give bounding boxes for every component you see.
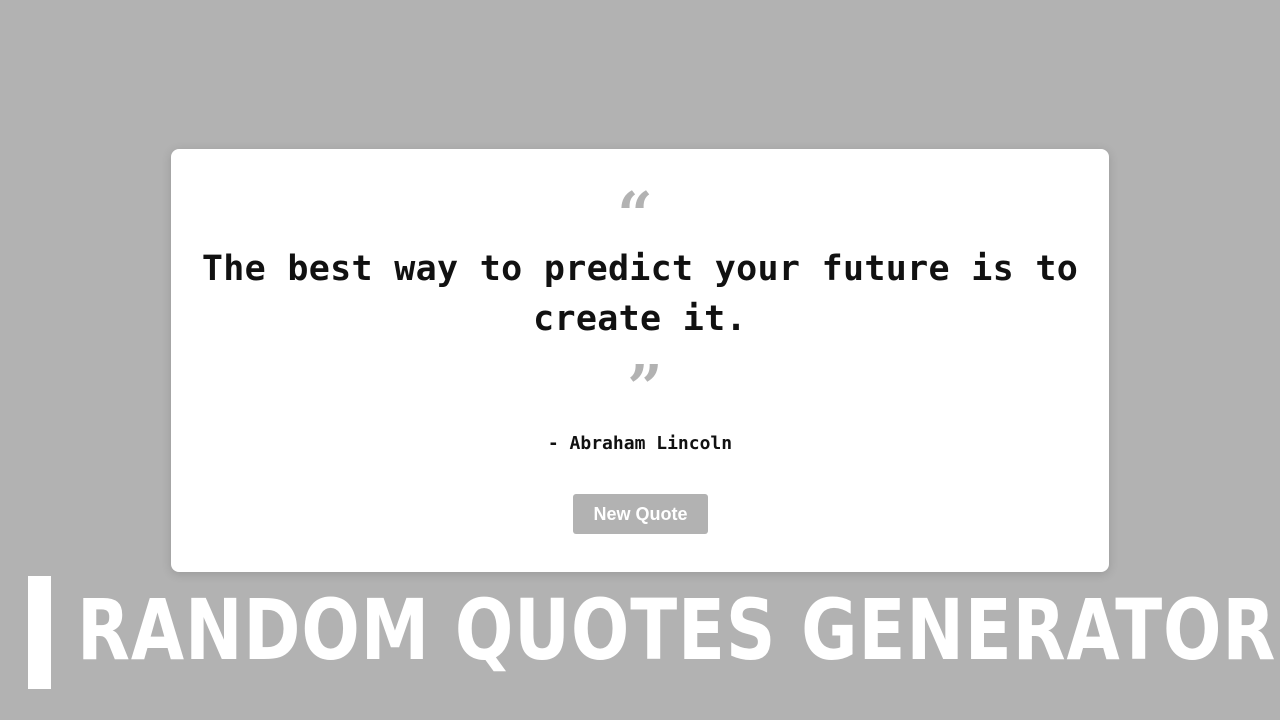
new-quote-button[interactable]: New Quote <box>573 494 708 534</box>
quote-text: The best way to predict your future is t… <box>201 249 1079 339</box>
quote-author: - Abraham Lincoln <box>547 433 733 454</box>
close-quote-icon: ” <box>627 357 663 397</box>
open-quote-icon: “ <box>617 184 653 224</box>
banner-accent-bar <box>28 576 51 689</box>
banner-title: RANDOM QUOTES GENERATOR <box>77 581 1277 679</box>
quote-card: “ The best way to predict your future is… <box>171 149 1109 572</box>
